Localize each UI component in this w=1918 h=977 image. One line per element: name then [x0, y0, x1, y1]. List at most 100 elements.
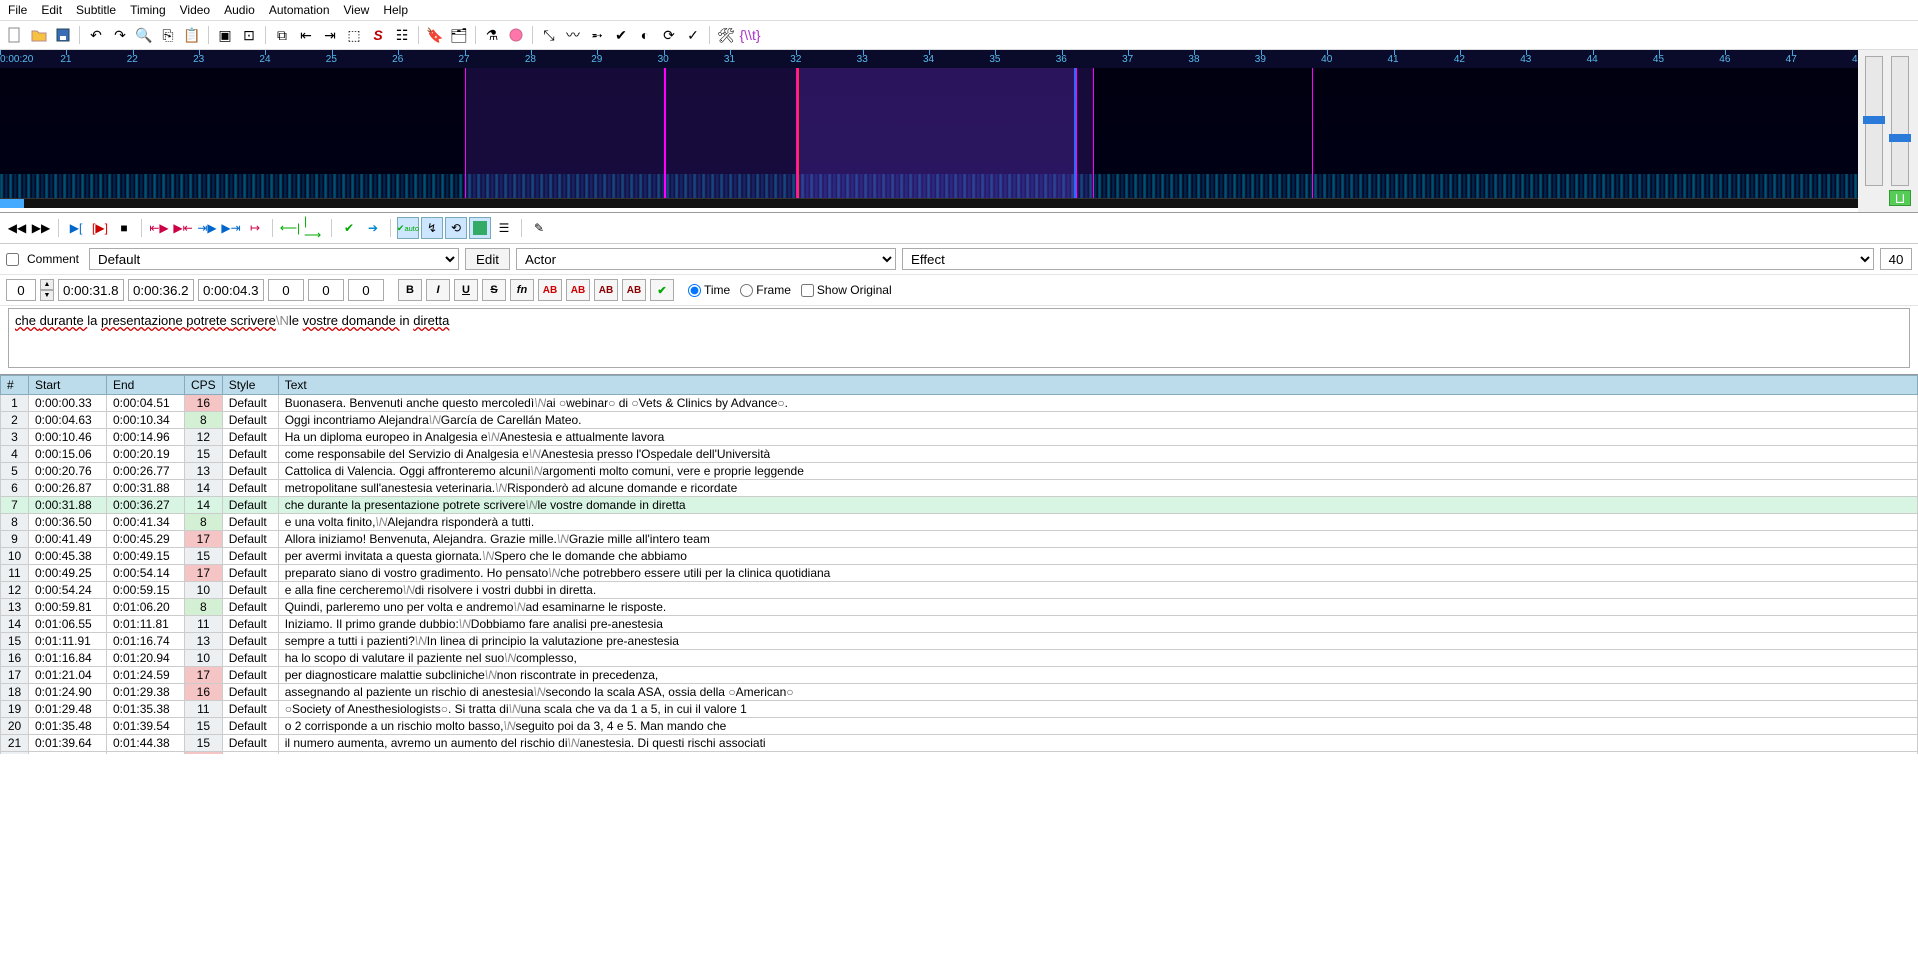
table-row[interactable]: 220:01:44.480:01:48.4016Defaultall'anest…: [1, 752, 1918, 755]
kanji-timer-icon[interactable]: ➵: [586, 24, 608, 46]
play-after-start-icon[interactable]: ▶⇤: [172, 217, 194, 239]
volume-slider[interactable]: [1891, 56, 1909, 186]
table-row[interactable]: 60:00:26.870:00:31.8814Defaultmetropolit…: [1, 480, 1918, 497]
font-collector-icon[interactable]: 🗂: [448, 24, 470, 46]
audio-timeline[interactable]: 0:00:20212223242526272829303132333435363…: [0, 50, 1858, 68]
table-row[interactable]: 50:00:20.760:00:26.7713DefaultCattolica …: [1, 463, 1918, 480]
menu-view[interactable]: View: [344, 3, 370, 17]
grid-col-style[interactable]: Style: [222, 376, 278, 395]
layer-down[interactable]: ▼: [40, 290, 54, 301]
table-row[interactable]: 70:00:31.880:00:36.2714Defaultche durant…: [1, 497, 1918, 514]
play-to-end-icon[interactable]: ↦: [244, 217, 266, 239]
grid-col-start[interactable]: Start: [29, 376, 107, 395]
effect-select[interactable]: Effect: [902, 248, 1874, 270]
end-time-field[interactable]: [128, 279, 194, 301]
layer-up[interactable]: ▲: [40, 279, 54, 290]
medusa-toggle[interactable]: ☰: [493, 217, 515, 239]
table-row[interactable]: 130:00:59.810:01:06.208DefaultQuindi, pa…: [1, 599, 1918, 616]
table-row[interactable]: 90:00:41.490:00:45.2917DefaultAllora ini…: [1, 531, 1918, 548]
table-row[interactable]: 100:00:45.380:00:49.1515Defaultper averm…: [1, 548, 1918, 565]
table-row[interactable]: 40:00:15.060:00:20.1915Defaultcome respo…: [1, 446, 1918, 463]
auto-next-toggle[interactable]: ↯: [421, 217, 443, 239]
actor-select[interactable]: Actor: [516, 248, 896, 270]
show-original-checkbox[interactable]: Show Original: [801, 283, 892, 297]
grid-col-end[interactable]: End: [107, 376, 185, 395]
table-row[interactable]: 140:01:06.550:01:11.8111DefaultIniziamo.…: [1, 616, 1918, 633]
table-row[interactable]: 180:01:24.900:01:29.3816Defaultassegnand…: [1, 684, 1918, 701]
grid-col-cps[interactable]: CPS: [185, 376, 223, 395]
automation-icon[interactable]: ⚗: [481, 24, 503, 46]
italic-button[interactable]: I: [426, 279, 450, 301]
menu-subtitle[interactable]: Subtitle: [76, 3, 116, 17]
lead-in-icon[interactable]: ⟵|: [279, 217, 301, 239]
zoom-slider[interactable]: [1865, 56, 1883, 186]
menu-help[interactable]: Help: [383, 3, 408, 17]
save-file-icon[interactable]: [52, 24, 74, 46]
karaoke-toggle[interactable]: ✎: [528, 217, 550, 239]
audio-scrollbar[interactable]: [0, 198, 1858, 208]
color4-button[interactable]: AB: [622, 279, 646, 301]
new-file-icon[interactable]: [4, 24, 26, 46]
play-before-end-icon[interactable]: ⇥▶: [196, 217, 218, 239]
margin-v-field[interactable]: [348, 279, 384, 301]
strike-button[interactable]: S: [482, 279, 506, 301]
comment-checkbox[interactable]: [6, 253, 19, 266]
audio-spectrogram[interactable]: [0, 68, 1858, 198]
margin-l-field[interactable]: [268, 279, 304, 301]
frame-mode-radio[interactable]: Frame: [740, 283, 791, 297]
stop-icon[interactable]: ■: [113, 217, 135, 239]
time-mode-radio[interactable]: Time: [688, 283, 730, 297]
font-button[interactable]: fn: [510, 279, 534, 301]
color3-button[interactable]: AB: [594, 279, 618, 301]
cycle-tag-icon[interactable]: {\\t}: [739, 24, 761, 46]
margin-r-field[interactable]: [308, 279, 344, 301]
shift-icon[interactable]: ⤡: [538, 24, 560, 46]
table-row[interactable]: 120:00:54.240:00:59.1510Defaulte alla fi…: [1, 582, 1918, 599]
play-sel-icon[interactable]: ▶[: [65, 217, 87, 239]
spell-check-icon[interactable]: ✔: [610, 24, 632, 46]
timing-post-icon[interactable]: 〰: [562, 24, 584, 46]
settings-icon[interactable]: 🛠: [715, 24, 737, 46]
layer-field[interactable]: [6, 279, 36, 301]
grid-col-#[interactable]: #: [1, 376, 29, 395]
underline-button[interactable]: U: [454, 279, 478, 301]
color1-button[interactable]: AB: [538, 279, 562, 301]
next-line-icon[interactable]: ▶▶: [30, 217, 52, 239]
properties-icon[interactable]: ☷: [391, 24, 413, 46]
subtitle-grid[interactable]: #StartEndCPSStyleText 10:00:00.330:00:04…: [0, 374, 1918, 754]
bold-button[interactable]: B: [398, 279, 422, 301]
attachment-icon[interactable]: 🔖: [424, 24, 446, 46]
table-row[interactable]: 210:01:39.640:01:44.3815Defaultil numero…: [1, 735, 1918, 752]
copy-icon[interactable]: ⎘: [157, 24, 179, 46]
menu-video[interactable]: Video: [180, 3, 210, 17]
auto-commit-toggle[interactable]: ✔auto: [397, 217, 419, 239]
style-assistant-icon[interactable]: ✓: [682, 24, 704, 46]
table-row[interactable]: 170:01:21.040:01:24.5917Defaultper diagn…: [1, 667, 1918, 684]
menu-edit[interactable]: Edit: [41, 3, 62, 17]
translation-icon[interactable]: ◐: [634, 24, 656, 46]
style-select[interactable]: Default: [89, 248, 459, 270]
table-row[interactable]: 10:00:00.330:00:04.5116DefaultBuonasera.…: [1, 395, 1918, 412]
spectrum-toggle[interactable]: [469, 217, 491, 239]
menu-timing[interactable]: Timing: [130, 3, 166, 17]
menu-audio[interactable]: Audio: [224, 3, 255, 17]
shift-times-icon[interactable]: ⧉: [271, 24, 293, 46]
table-row[interactable]: 20:00:04.630:00:10.348DefaultOggi incont…: [1, 412, 1918, 429]
snap-start-icon[interactable]: ⇤: [295, 24, 317, 46]
edit-style-button[interactable]: Edit: [465, 248, 510, 270]
resample-icon[interactable]: ⟳: [658, 24, 680, 46]
table-row[interactable]: 200:01:35.480:01:39.5415Defaulto 2 corri…: [1, 718, 1918, 735]
subtitle-text-input[interactable]: che durante la presentazione potrete scr…: [8, 308, 1910, 368]
table-row[interactable]: 30:00:10.460:00:14.9612DefaultHa un dipl…: [1, 429, 1918, 446]
open-file-icon[interactable]: [28, 24, 50, 46]
start-time-field[interactable]: [58, 279, 124, 301]
color2-button[interactable]: AB: [566, 279, 590, 301]
menu-file[interactable]: File: [8, 3, 27, 17]
select-visible-icon[interactable]: ⬚: [343, 24, 365, 46]
commit-icon[interactable]: ✔: [338, 217, 360, 239]
audio-commit-button[interactable]: ⊔: [1889, 190, 1911, 206]
duration-field[interactable]: [198, 279, 264, 301]
goto-icon[interactable]: ➔: [362, 217, 384, 239]
find-icon[interactable]: 🔍: [133, 24, 155, 46]
auto-scroll-toggle[interactable]: ⟲: [445, 217, 467, 239]
